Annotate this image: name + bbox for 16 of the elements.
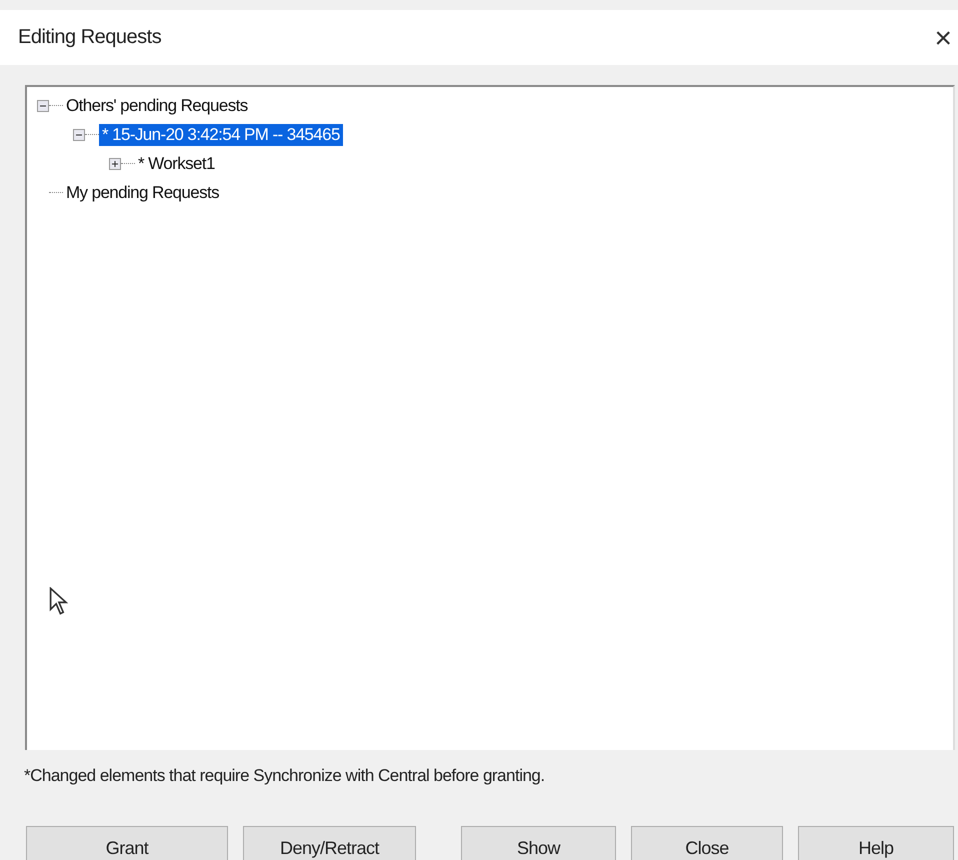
dialog-button[interactable]: Show <box>461 826 616 860</box>
close-button[interactable]: × <box>928 22 958 56</box>
expand-icon[interactable] <box>109 158 121 170</box>
collapse-icon[interactable] <box>37 100 49 112</box>
mouse-pointer-icon <box>49 587 69 615</box>
dialog-button[interactable]: Help <box>798 826 954 860</box>
tree-item[interactable]: * 15-Jun-20 3:42:54 PM -- 345465 <box>99 124 343 146</box>
tree-item[interactable]: Others' pending Requests <box>63 94 251 116</box>
tree-item[interactable]: My pending Requests <box>63 182 222 204</box>
dialog-button[interactable]: Grant <box>26 826 228 860</box>
collapse-icon[interactable] <box>73 128 85 140</box>
footnote-text: *Changed elements that require Synchronize with Central before granting. <box>24 766 546 786</box>
tree-item[interactable]: * Workset1 <box>135 152 218 174</box>
dialog-button[interactable]: Close <box>631 826 783 860</box>
window-title: Editing Requests <box>18 26 162 49</box>
dialog-button[interactable]: Deny/Retract <box>243 826 416 860</box>
